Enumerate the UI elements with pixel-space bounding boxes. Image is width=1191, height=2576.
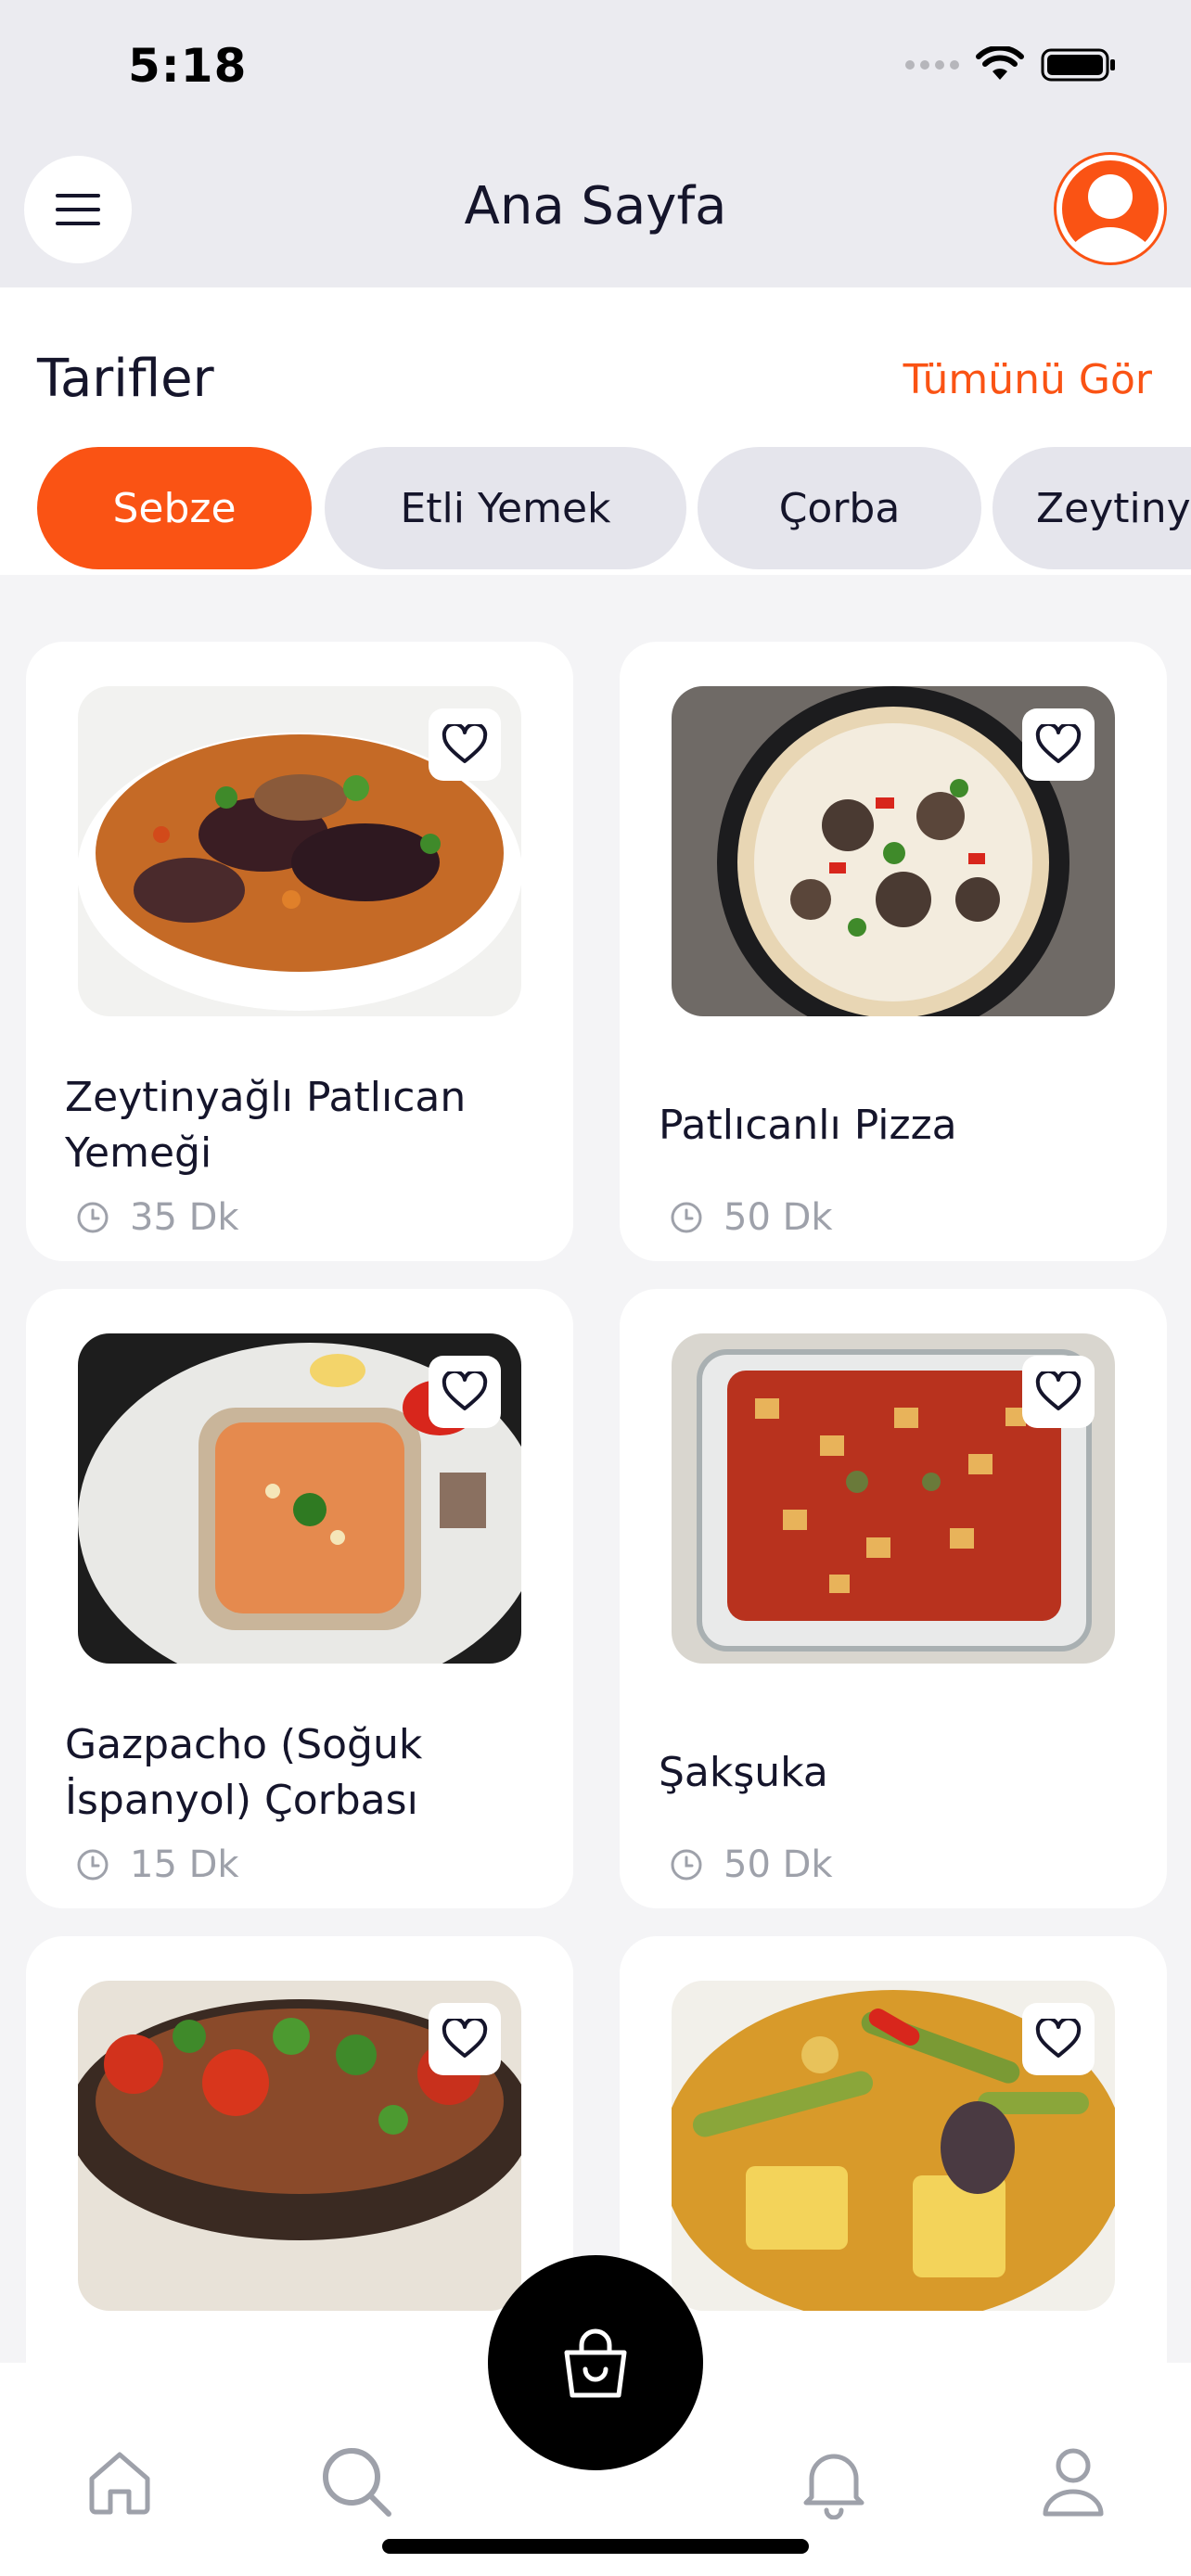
category-chip-etli-yemek[interactable]: Etli Yemek [325, 447, 686, 569]
recipe-time: 50 Dk [670, 1843, 833, 1886]
clock-icon [671, 1202, 702, 1233]
recipe-time-label: 35 Dk [130, 1196, 239, 1239]
home-icon [89, 2452, 150, 2515]
tab-search[interactable] [315, 2441, 399, 2524]
heart-icon [1035, 1371, 1082, 1410]
battery-icon [1041, 48, 1115, 82]
profile-icon [1043, 2448, 1104, 2517]
status-icons [905, 46, 1117, 83]
search-icon [323, 2448, 391, 2517]
recipe-time-label: 50 Dk [724, 1843, 833, 1886]
recipe-card[interactable]: Zeytinyağlı Patlıcan Yemeği 35 Dk [26, 642, 573, 1261]
recipe-name: Gazpacho (Soğuk İspanyol) Çorbası [65, 1721, 423, 1824]
recipe-time-label: 50 Dk [724, 1196, 833, 1239]
recipe-time-label: 15 Dk [130, 1843, 239, 1886]
section-title: Tarifler [37, 349, 214, 409]
wifi-icon [976, 46, 1024, 80]
tab-notifications[interactable] [792, 2441, 876, 2524]
favorite-button[interactable] [1022, 2003, 1095, 2075]
profile-avatar-button[interactable] [1054, 152, 1167, 265]
category-chip-zeytinyagli[interactable]: Zeytinyağlı [992, 447, 1191, 569]
clock-icon [77, 1202, 109, 1233]
app-header: Ana Sayfa [0, 139, 1191, 287]
main-content: Tarifler Tümünü Gör Sebze Etli Yemek Çor… [0, 287, 1191, 2556]
favorite-button[interactable] [429, 2003, 501, 2075]
category-chip-corba[interactable]: Çorba [698, 447, 981, 569]
recipe-card[interactable]: Patlıcanlı Pizza 50 Dk [620, 642, 1167, 1261]
recipe-card[interactable]: Şakşuka 50 Dk [620, 1289, 1167, 1908]
recipe-time: 50 Dk [670, 1196, 833, 1239]
tab-profile[interactable] [1031, 2441, 1115, 2524]
category-chip-sebze[interactable]: Sebze [37, 447, 312, 569]
heart-icon [442, 724, 488, 763]
bell-icon [803, 2454, 864, 2519]
heart-icon [1035, 724, 1082, 763]
tab-home[interactable] [78, 2441, 161, 2524]
recipe-name: Şakşuka [659, 1749, 828, 1796]
favorite-button[interactable] [429, 1356, 501, 1428]
favorite-button[interactable] [429, 708, 501, 781]
status-time: 5:18 [128, 39, 248, 93]
clock-icon [77, 1849, 109, 1881]
recipe-time: 15 Dk [76, 1843, 239, 1886]
category-chips: Sebze Etli Yemek Çorba Zeytinyağlı [37, 447, 1191, 569]
favorite-button[interactable] [1022, 708, 1095, 781]
clock-icon [671, 1849, 702, 1881]
page-title: Ana Sayfa [464, 176, 727, 236]
recipe-name: Patlıcanlı Pizza [659, 1102, 957, 1149]
cart-button[interactable] [488, 2255, 703, 2470]
recipes-section-header: Tarifler Tümünü Gör Sebze Etli Yemek Çor… [0, 287, 1191, 575]
recipe-name: Zeytinyağlı Patlıcan Yemeği [65, 1074, 467, 1177]
avatar-icon [1057, 155, 1164, 262]
cellular-signal-icon [905, 60, 959, 70]
heart-icon [442, 2019, 488, 2058]
status-bar: 5:18 [0, 0, 1191, 139]
heart-icon [442, 1371, 488, 1410]
heart-icon [1035, 2019, 1082, 2058]
shopping-bag-icon [564, 2328, 627, 2398]
home-indicator [382, 2539, 809, 2554]
recipe-time: 35 Dk [76, 1196, 239, 1239]
favorite-button[interactable] [1022, 1356, 1095, 1428]
recipe-card[interactable]: Gazpacho (Soğuk İspanyol) Çorbası 15 Dk [26, 1289, 573, 1908]
see-all-link[interactable]: Tümünü Gör [903, 356, 1152, 403]
